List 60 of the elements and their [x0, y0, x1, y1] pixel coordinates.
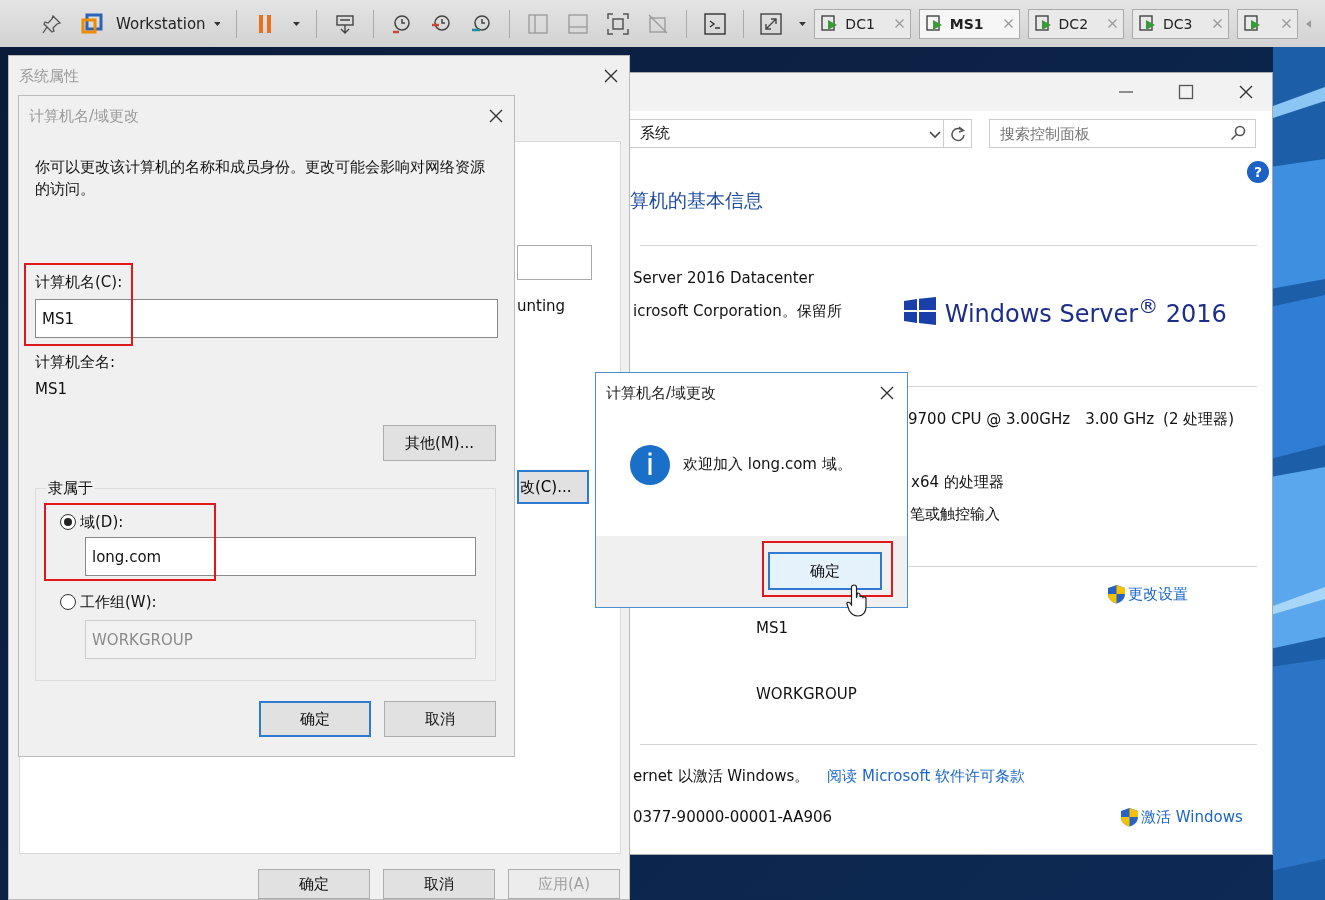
vm-tab[interactable]: DC2	[1027, 8, 1125, 39]
caret-icon[interactable]	[799, 20, 807, 27]
window-title: 计算机名/域更改	[29, 106, 141, 126]
terminal-icon[interactable]	[703, 12, 726, 35]
shield-icon	[1107, 584, 1126, 604]
window-title: 计算机名/域更改	[606, 383, 718, 403]
app-menu-button[interactable]: Workstation	[116, 14, 206, 33]
input-field: WORKGROUP	[85, 620, 476, 659]
vm-icon	[1034, 14, 1053, 33]
vm-tab[interactable]: DC3	[1132, 8, 1229, 39]
app-logo-icon[interactable]	[81, 12, 103, 35]
search-field[interactable]: 搜索控制面板	[989, 119, 1256, 148]
workgroup-value: WORKGROUP	[756, 684, 857, 705]
caret-icon[interactable]	[293, 20, 301, 27]
message-text: 欢迎加入 long.com 域。	[683, 455, 852, 474]
product-logo-text: Windows Server$^{®}$ 2016	[944, 294, 1227, 328]
caret-icon[interactable]	[213, 20, 221, 27]
refresh-icon[interactable]	[949, 125, 966, 142]
pen-touch-text: 笔或触控输入	[910, 504, 1000, 525]
system-type-text: x64 的处理器	[911, 472, 1004, 493]
shield-icon	[1120, 807, 1140, 827]
copyright-text: icrosoft Corporation。保留所	[633, 301, 842, 321]
search-icon[interactable]	[1230, 125, 1246, 141]
close-icon[interactable]	[879, 385, 895, 401]
monitor-arrow-icon[interactable]	[333, 12, 356, 35]
edition-text: Server 2016 Datacenter	[633, 268, 814, 289]
field-label: 计算机全名:	[35, 352, 117, 372]
windows-logo-icon	[903, 297, 936, 325]
change-settings-link[interactable]: 更改设置	[1107, 583, 1188, 605]
product-id-text: 0377-90000-00001-AA906	[633, 807, 833, 828]
processor-text: 9700 CPU @ 3.00GHz	[908, 409, 1071, 430]
maximize-icon[interactable]	[1178, 84, 1194, 100]
close-icon[interactable]	[1238, 84, 1254, 100]
field-label: 计算机名(C):	[35, 272, 124, 292]
full-name-value: MS1	[35, 379, 68, 399]
fullscreen-icon[interactable]	[607, 12, 630, 35]
computer-name-value: MS1	[756, 618, 788, 639]
vm-tab[interactable]: MS1	[918, 8, 1020, 39]
clock-icon[interactable]	[390, 12, 413, 35]
description-text: 你可以更改该计算机的名称和成员身份。更改可能会影响对网络资源的访问。	[35, 157, 486, 200]
vm-icon	[925, 14, 944, 33]
activate-windows-link[interactable]: 激活 Windows	[1120, 806, 1243, 828]
pin-icon[interactable]	[41, 12, 63, 35]
vm-tab[interactable]	[1236, 8, 1298, 39]
help-button[interactable]: ?	[1247, 161, 1269, 183]
activation-text: ernet 以激活 Windows。	[633, 766, 810, 787]
group-label: 隶属于	[46, 478, 95, 498]
info-icon	[629, 443, 671, 486]
address-bar[interactable]: 系统	[630, 119, 944, 148]
vm-tab[interactable]: DC1	[814, 8, 911, 39]
ok-button[interactable]: 确定	[768, 552, 882, 590]
description-text: unting	[517, 296, 567, 316]
speed-text: 3.00 GHz	[1085, 409, 1155, 430]
license-link[interactable]: 阅读 Microsoft 软件许可条款	[827, 765, 1026, 787]
section-heading: 算机的基本信息	[630, 188, 763, 212]
processor-count-text: (2 处理器)	[1163, 409, 1235, 430]
dialog-button: 应用(A)	[508, 869, 620, 899]
expand-icon[interactable]	[760, 12, 783, 35]
window-title: 系统属性	[19, 66, 80, 86]
vm-icon	[1243, 14, 1262, 33]
